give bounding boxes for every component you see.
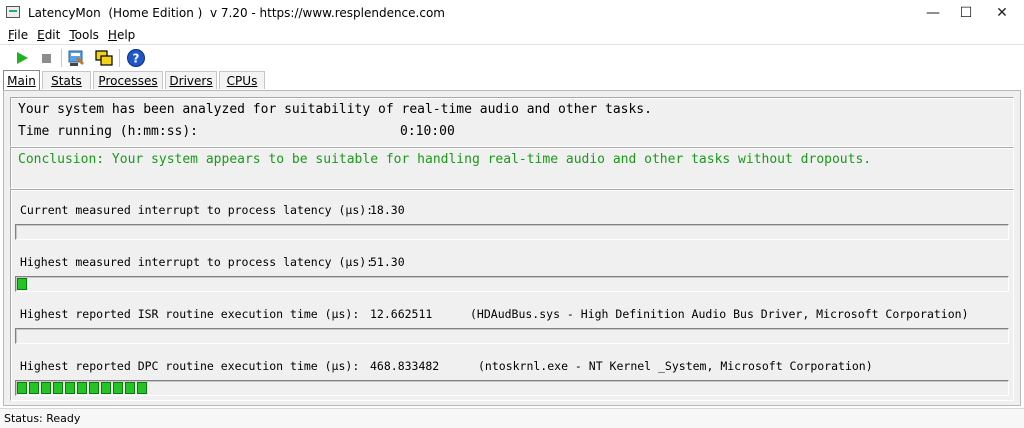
status-bar: Status: Ready (0, 408, 1024, 428)
bar-segment (65, 382, 75, 394)
metric-detail: (ntoskrnl.exe - NT Kernel _System, Micro… (478, 359, 873, 373)
summary-text: Your system has been analyzed for suitab… (18, 102, 652, 117)
bar-segment (17, 278, 27, 290)
toolbar-separator (61, 49, 62, 67)
bar-segment (137, 382, 147, 394)
processes-view-button[interactable] (67, 48, 87, 68)
latency-bar (15, 224, 1009, 240)
bar-segment (89, 382, 99, 394)
tab-drivers[interactable]: Drivers (165, 71, 217, 89)
help-button[interactable]: ? (126, 48, 146, 68)
bar-segment (101, 382, 111, 394)
app-icon (6, 6, 20, 18)
metric-detail: (HDAudBus.sys - High Definition Audio Bu… (470, 307, 969, 321)
bar-segment (113, 382, 123, 394)
window-title: LatencyMon (Home Edition ) v 7.20 - http… (28, 6, 445, 20)
metric-label: Highest measured interrupt to process la… (20, 255, 374, 269)
time-running-value: 0:10:00 (400, 124, 455, 139)
tab-processes[interactable]: Processes (93, 71, 163, 89)
windows-view-button[interactable] (94, 48, 114, 68)
bar-segment (41, 382, 51, 394)
bar-segment (17, 382, 27, 394)
start-button[interactable] (12, 48, 32, 68)
menu-tools[interactable]: Tools (69, 28, 99, 42)
bar-segment (125, 382, 135, 394)
toolbar: ? (0, 44, 1024, 70)
metric-label: Highest reported ISR routine execution t… (20, 307, 360, 321)
stop-icon (42, 54, 51, 63)
title-bar: LatencyMon (Home Edition ) v 7.20 - http… (0, 0, 1024, 26)
status-text: Status: Ready (4, 412, 81, 425)
metric-value: 468.833482 (370, 359, 440, 373)
latency-bar (15, 380, 1009, 396)
svg-text:?: ? (133, 52, 140, 66)
menu-help[interactable]: Help (108, 28, 135, 42)
metric-value: 51.30 (370, 255, 405, 269)
tab-main[interactable]: Main (3, 70, 40, 90)
menu-file[interactable]: File (8, 28, 28, 42)
windows-icon (95, 50, 113, 66)
summary-panel: Your system has been analyzed for suitab… (10, 97, 1014, 147)
latency-bar (15, 276, 1009, 292)
metric-label: Current measured interrupt to process la… (20, 203, 374, 217)
play-icon (17, 52, 28, 64)
latency-bar (15, 328, 1009, 344)
menu-bar: File Edit Tools Help (0, 26, 1024, 44)
metric-value: 18.30 (370, 203, 405, 217)
toolbar-separator (119, 49, 120, 67)
menu-edit[interactable]: Edit (37, 28, 60, 42)
time-running-label: Time running (h:mm:ss): (18, 124, 199, 139)
bar-segment (29, 382, 39, 394)
metric-label: Highest reported DPC routine execution t… (20, 359, 360, 373)
bar-segment (53, 382, 63, 394)
tab-strip: Main Stats Processes Drivers CPUs (0, 70, 1024, 90)
main-panel: Your system has been analyzed for suitab… (3, 90, 1021, 406)
metric-value: 12.662511 (370, 307, 433, 321)
stop-button[interactable] (37, 48, 57, 68)
tab-stats[interactable]: Stats (42, 71, 91, 89)
conclusion-text: Conclusion: Your system appears to be su… (18, 152, 872, 167)
tab-cpus[interactable]: CPUs (219, 71, 265, 89)
process-icon (68, 50, 84, 66)
help-icon: ? (127, 49, 145, 67)
conclusion-panel: Conclusion: Your system appears to be su… (10, 147, 1014, 189)
bar-segment (77, 382, 87, 394)
close-button[interactable]: ✕ (979, 0, 1024, 26)
